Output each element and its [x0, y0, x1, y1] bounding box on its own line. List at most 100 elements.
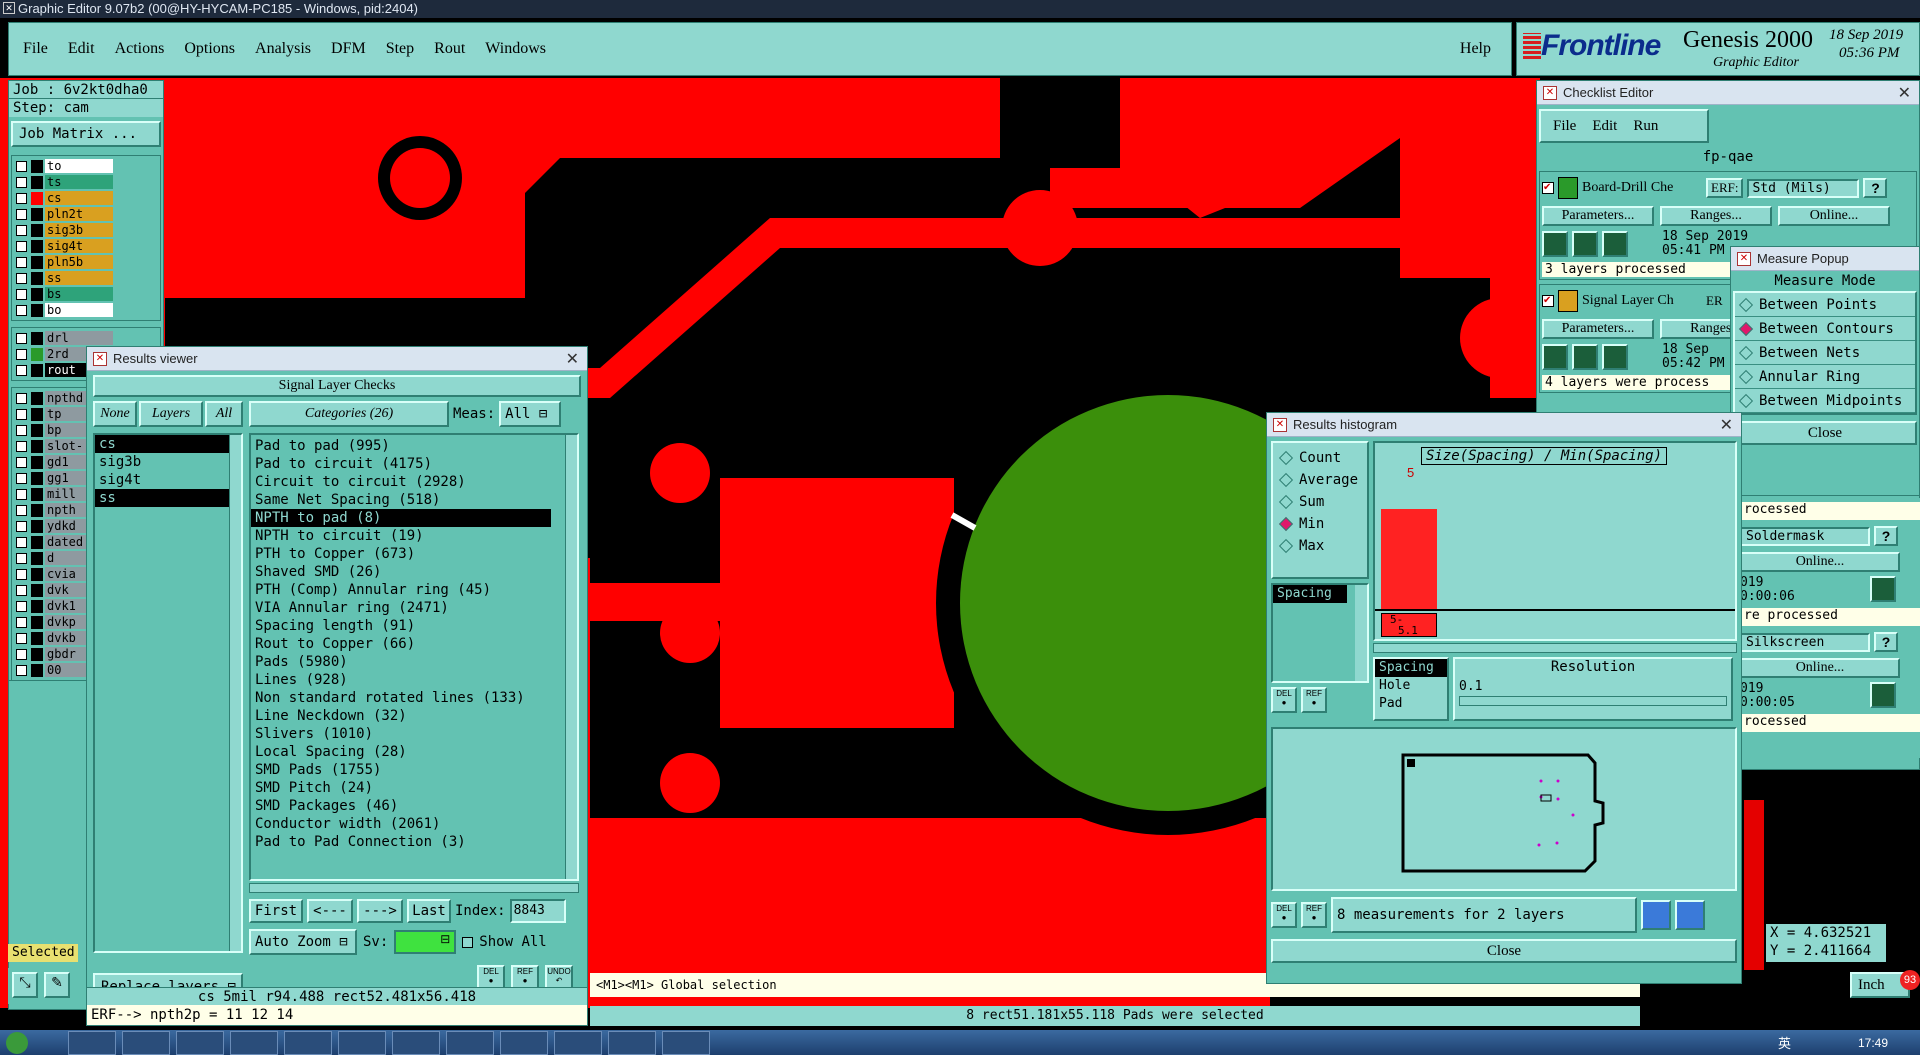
category-item[interactable]: Line Neckdown (32)	[251, 707, 551, 725]
taskbar-app-icon[interactable]	[554, 1030, 602, 1055]
field-hole[interactable]: Hole	[1375, 677, 1447, 695]
layer-row[interactable]: ts	[12, 174, 160, 190]
help-button[interactable]: ?	[1874, 526, 1898, 546]
meas-select[interactable]: All ⊟	[499, 401, 562, 427]
layer-checkbox[interactable]	[16, 288, 27, 300]
help-button[interactable]: ?	[1863, 178, 1888, 198]
histogram-bar[interactable]	[1381, 509, 1437, 609]
menu-actions[interactable]: Actions	[115, 40, 165, 58]
mode-radio[interactable]: Sum	[1273, 491, 1367, 513]
checklist-menu-file[interactable]: File	[1553, 118, 1576, 135]
category-item[interactable]: Pad to Pad Connection (3)	[251, 833, 551, 851]
category-item[interactable]: VIA Annular ring (2471)	[251, 599, 551, 617]
soldermask-field[interactable]: Soldermask	[1740, 526, 1870, 546]
taskbar-app-icon[interactable]	[446, 1030, 494, 1055]
layer-row[interactable]: sig4t	[12, 238, 160, 254]
zoom-icon[interactable]	[1870, 682, 1896, 708]
measure-option[interactable]: Between Nets	[1735, 341, 1915, 365]
layer-row[interactable]: to	[12, 158, 160, 174]
export-icon[interactable]	[1641, 900, 1671, 930]
layer-checkbox[interactable]	[16, 424, 27, 436]
category-item[interactable]: Spacing length (91)	[251, 617, 551, 635]
category-hscroll[interactable]	[249, 883, 579, 893]
category-item[interactable]: PTH to Copper (673)	[251, 545, 551, 563]
ime-indicator[interactable]: 英	[1778, 1033, 1791, 1052]
layer-checkbox[interactable]	[16, 160, 27, 172]
layer-checkbox[interactable]	[16, 348, 27, 360]
metric-list[interactable]: Spacing	[1271, 583, 1369, 683]
menu-file[interactable]: File	[23, 40, 48, 58]
histogram-bin[interactable]: 5- 5.1	[1381, 613, 1437, 637]
clock[interactable]: 17:49	[1858, 1036, 1888, 1050]
ref-button[interactable]: REF ●	[1301, 902, 1327, 928]
layer-checkbox[interactable]	[16, 568, 27, 580]
layer-checkbox[interactable]	[16, 176, 27, 188]
layer-row[interactable]: sig3b	[12, 222, 160, 238]
ref-button[interactable]: REF ●	[1301, 687, 1327, 713]
taskbar-app-icon[interactable]	[500, 1030, 548, 1055]
close-icon[interactable]: ✕	[566, 349, 579, 369]
layer-checkbox[interactable]	[16, 240, 27, 252]
online-button[interactable]: Online...	[1778, 206, 1890, 226]
category-item[interactable]: Conductor width (2061)	[251, 815, 551, 833]
menu-help[interactable]: Help	[1460, 40, 1491, 58]
close-icon[interactable]: ✕	[1898, 83, 1911, 103]
measure-option[interactable]: Between Points	[1735, 293, 1915, 317]
category-item[interactable]: Same Net Spacing (518)	[251, 491, 551, 509]
category-item[interactable]: SMD Packages (46)	[251, 797, 551, 815]
none-button[interactable]: None	[93, 401, 137, 427]
report-icon[interactable]	[1675, 900, 1705, 930]
silkscreen-field[interactable]: Silkscreen	[1740, 632, 1870, 652]
results-viewer-titlebar[interactable]: ✕ Results viewer ✕	[87, 347, 587, 371]
menu-options[interactable]: Options	[184, 40, 235, 58]
category-list-scrollbar[interactable]	[565, 435, 577, 879]
parameters-button[interactable]: Parameters...	[1542, 206, 1654, 226]
del-button[interactable]: DEL ●	[1271, 902, 1297, 928]
start-icon[interactable]	[6, 1031, 28, 1054]
category-item[interactable]: NPTH to pad (8)	[251, 509, 551, 527]
category-item[interactable]: Pad to pad (995)	[251, 437, 551, 455]
layer-list-item[interactable]: cs	[95, 435, 233, 453]
histogram-chart[interactable]: Size(Spacing) / Min(Spacing) 5 5- 5.1	[1373, 441, 1737, 641]
category-item[interactable]: Non standard rotated lines (133)	[251, 689, 551, 707]
layer-checkbox[interactable]	[16, 632, 27, 644]
prev-button[interactable]: <---	[307, 899, 353, 923]
board-preview[interactable]	[1271, 727, 1737, 891]
category-item[interactable]: SMD Pitch (24)	[251, 779, 551, 797]
run-icon[interactable]	[1602, 231, 1628, 257]
layer-row[interactable]: ss	[12, 270, 160, 286]
field-spacing[interactable]: Spacing	[1375, 659, 1447, 677]
layer-list-item[interactable]: sig3b	[95, 453, 233, 471]
zoom-icon[interactable]	[1870, 576, 1896, 602]
taskbar-app-icon[interactable]	[392, 1030, 440, 1055]
resolution-slider[interactable]	[1459, 696, 1727, 706]
checklist-titlebar[interactable]: ✕ Checklist Editor ✕	[1537, 81, 1919, 105]
histogram-titlebar[interactable]: ✕ Results histogram ✕	[1267, 413, 1741, 437]
layer-checkbox[interactable]	[16, 392, 27, 404]
category-list[interactable]: Pad to pad (995) Pad to circuit (4175) Cir…	[249, 433, 579, 881]
run-icon[interactable]	[1542, 231, 1568, 257]
taskbar-app-icon[interactable]	[338, 1030, 386, 1055]
layer-checkbox[interactable]	[16, 488, 27, 500]
layer-row[interactable]: bo	[12, 302, 160, 318]
histogram-close-button[interactable]: Close	[1271, 939, 1737, 963]
mode-radio[interactable]: Max	[1273, 535, 1367, 557]
layer-checkbox[interactable]	[16, 408, 27, 420]
layer-checkbox[interactable]	[16, 272, 27, 284]
layer-row[interactable]: bs	[12, 286, 160, 302]
category-item[interactable]: Pad to circuit (4175)	[251, 455, 551, 473]
run-icon[interactable]	[1602, 344, 1628, 370]
layer-checkbox[interactable]	[16, 600, 27, 612]
tool-resize-icon[interactable]: ⤡	[12, 972, 38, 998]
run-icon[interactable]	[1542, 344, 1568, 370]
layer-list-scrollbar[interactable]	[229, 435, 241, 951]
menu-edit[interactable]: Edit	[68, 40, 95, 58]
layer-list[interactable]: cs sig3b sig4t ss	[93, 433, 243, 953]
measure-titlebar[interactable]: ✕ Measure Popup	[1731, 247, 1919, 271]
category-item[interactable]: Local Spacing (28)	[251, 743, 551, 761]
category-item[interactable]: PTH (Comp) Annular ring (45)	[251, 581, 551, 599]
first-button[interactable]: First	[249, 899, 303, 923]
layer-row[interactable]: drl	[12, 330, 160, 346]
category-item[interactable]: Rout to Copper (66)	[251, 635, 551, 653]
mode-radio[interactable]: Average	[1273, 469, 1367, 491]
